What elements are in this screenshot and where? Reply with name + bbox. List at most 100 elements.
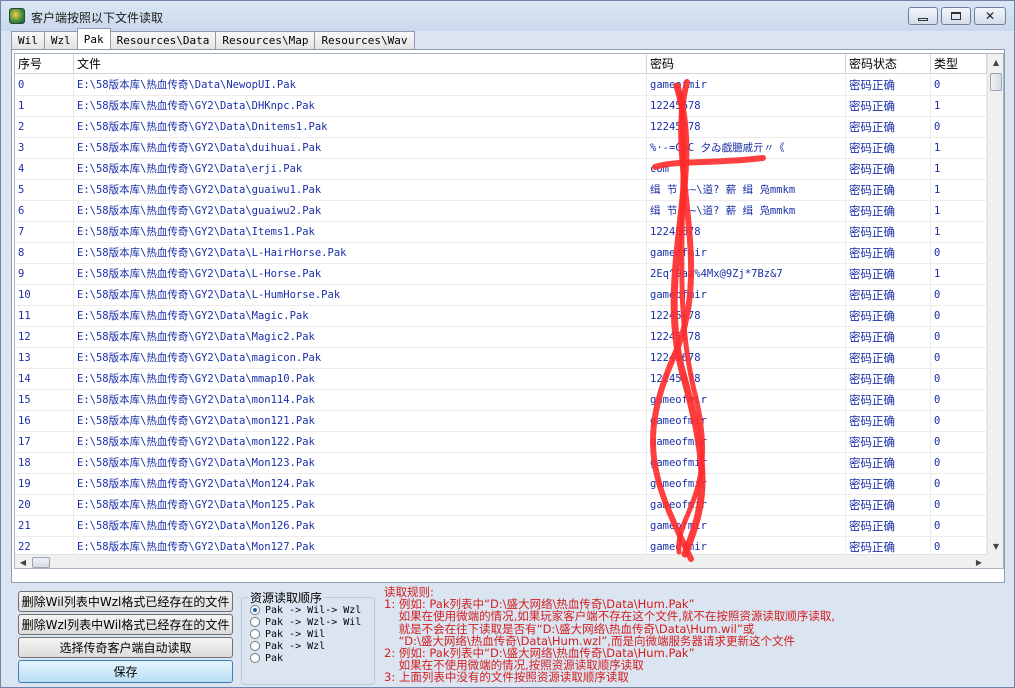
- close-button[interactable]: ✕: [974, 7, 1006, 25]
- table-row[interactable]: 14 E:\58版本库\热血传奇\GY2\Data\mmap10.Pak 12245…: [15, 369, 987, 390]
- cell-type: 0: [931, 243, 987, 263]
- cell-type: 1: [931, 201, 987, 221]
- radio-unchecked-icon[interactable]: [250, 629, 260, 639]
- cell-type: 1: [931, 222, 987, 242]
- cell-status: 密码正确: [846, 201, 931, 221]
- scroll-down-icon[interactable]: ▼: [988, 538, 1003, 554]
- table-row[interactable]: 21 E:\58版本库\热血传奇\GY2\Data\Mon126.Pak gameo…: [15, 516, 987, 537]
- cell-index: 1: [15, 96, 74, 116]
- cell-type: 0: [931, 474, 987, 494]
- save-button[interactable]: 保存: [18, 660, 233, 683]
- table-row[interactable]: 18 E:\58版本库\热血传奇\GY2\Data\Mon123.Pak gameo…: [15, 453, 987, 474]
- table-row[interactable]: 7 E:\58版本库\热血传奇\GY2\Data\Items1.Pak 122456…: [15, 222, 987, 243]
- cell-password: gameofmir: [647, 243, 846, 263]
- read-order-option[interactable]: Pak -> Wil-> Wzl: [250, 604, 361, 616]
- cell-password: gameofmir: [647, 411, 846, 431]
- cell-index: 0: [15, 75, 74, 95]
- cell-password: gameofmir: [647, 285, 846, 305]
- cell-file: E:\58版本库\热血传奇\GY2\Data\mmap10.Pak: [74, 369, 647, 389]
- cell-file: E:\58版本库\热血传奇\GY2\Data\Dnitems1.Pak: [74, 117, 647, 137]
- read-order-option-label: Pak -> Wzl: [265, 640, 326, 652]
- table-row[interactable]: 9 E:\58版本库\热血传奇\GY2\Data\L-Horse.Pak 2Eq^9…: [15, 264, 987, 285]
- cell-type: 0: [931, 432, 987, 452]
- cell-index: 15: [15, 390, 74, 410]
- cell-file: E:\58版本库\热血传奇\GY2\Data\magicon.Pak: [74, 348, 647, 368]
- scroll-up-icon[interactable]: ▲: [988, 54, 1003, 70]
- cell-file: E:\58版本库\热血传奇\GY2\Data\guaiwu1.Pak: [74, 180, 647, 200]
- column-header-type[interactable]: 类型: [931, 54, 987, 73]
- file-list[interactable]: 序号 文件 密码 密码状态 类型 0 E:\58版本库\热血传奇\Data\NewopUI…: [14, 53, 1004, 569]
- cell-password: gameofmir: [647, 75, 846, 95]
- cell-status: 密码正确: [846, 348, 931, 368]
- table-row[interactable]: 2 E:\58版本库\热血传奇\GY2\Data\Dnitems1.Pak 1224…: [15, 117, 987, 138]
- cell-index: 5: [15, 180, 74, 200]
- cell-file: E:\58版本库\热血传奇\GY2\Data\Mon126.Pak: [74, 516, 647, 536]
- cell-file: E:\58版本库\热血传奇\GY2\Data\Mon125.Pak: [74, 495, 647, 515]
- table-row[interactable]: 17 E:\58版本库\热血传奇\GY2\Data\mon122.Pak gameo…: [15, 432, 987, 453]
- table-row[interactable]: 13 E:\58版本库\热血传奇\GY2\Data\magicon.Pak 1224…: [15, 348, 987, 369]
- table-row[interactable]: 4 E:\58版本库\热血传奇\GY2\Data\erji.Pak com 密码正确 1: [15, 159, 987, 180]
- cell-password: 缉 节 ~~\道? 薪 缉 凫mmkm: [647, 201, 846, 221]
- radio-unchecked-icon[interactable]: [250, 641, 260, 651]
- table-row[interactable]: 3 E:\58版本库\热血传奇\GY2\Data\duihuai.Pak %·-=C…: [15, 138, 987, 159]
- cell-file: E:\58版本库\热血传奇\GY2\Data\L-HumHorse.Pak: [74, 285, 647, 305]
- cell-index: 2: [15, 117, 74, 137]
- delete-wzl-duplicates-button[interactable]: 删除Wzl列表中Wil格式已经存在的文件: [18, 614, 233, 635]
- read-order-option[interactable]: Pak -> Wzl-> Wil: [250, 616, 361, 628]
- read-order-option[interactable]: Pak -> Wil: [250, 628, 325, 640]
- scroll-right-icon[interactable]: ▶: [971, 555, 987, 568]
- table-row[interactable]: 11 E:\58版本库\热血传奇\GY2\Data\Magic.Pak 122456…: [15, 306, 987, 327]
- maximize-button[interactable]: [941, 7, 971, 25]
- table-row[interactable]: 20 E:\58版本库\热血传奇\GY2\Data\Mon125.Pak gameo…: [15, 495, 987, 516]
- tab-resources-data[interactable]: Resources\Data: [109, 31, 217, 49]
- table-row[interactable]: 8 E:\58版本库\热血传奇\GY2\Data\L-HairHorse.Pak g…: [15, 243, 987, 264]
- cell-file: E:\58版本库\热血传奇\GY2\Data\Magic.Pak: [74, 306, 647, 326]
- title-bar[interactable]: 客户端按照以下文件读取 ✕: [1, 1, 1014, 31]
- cell-type: 0: [931, 495, 987, 515]
- column-header-index[interactable]: 序号: [15, 54, 74, 73]
- cell-file: E:\58版本库\热血传奇\GY2\Data\mon121.Pak: [74, 411, 647, 431]
- tab-resources-wav[interactable]: Resources\Wav: [314, 31, 415, 49]
- table-row[interactable]: 19 E:\58版本库\热血传奇\GY2\Data\Mon124.Pak gameo…: [15, 474, 987, 495]
- tab-resources-map[interactable]: Resources\Map: [215, 31, 316, 49]
- read-order-option[interactable]: Pak -> Wzl: [250, 640, 325, 652]
- delete-wil-duplicates-button[interactable]: 删除Wil列表中Wzl格式已经存在的文件: [18, 591, 233, 612]
- column-header-password[interactable]: 密码: [647, 54, 846, 73]
- table-row[interactable]: 16 E:\58版本库\热血传奇\GY2\Data\mon121.Pak gameo…: [15, 411, 987, 432]
- cell-file: E:\58版本库\热血传奇\GY2\Data\L-HairHorse.Pak: [74, 243, 647, 263]
- cell-type: 1: [931, 180, 987, 200]
- table-row[interactable]: 15 E:\58版本库\热血传奇\GY2\Data\mon114.Pak gameo…: [15, 390, 987, 411]
- cell-index: 18: [15, 453, 74, 473]
- scroll-left-icon[interactable]: ◀: [15, 555, 31, 568]
- radio-unchecked-icon[interactable]: [250, 617, 260, 627]
- cell-type: 0: [931, 369, 987, 389]
- cell-password: %·-=CЪC 夕ゐ戯臆戚亓〃《: [647, 138, 846, 158]
- minimize-button[interactable]: [908, 7, 938, 25]
- table-row[interactable]: 10 E:\58版本库\热血传奇\GY2\Data\L-HumHorse.Pak g…: [15, 285, 987, 306]
- tab-wil[interactable]: Wil: [11, 31, 45, 49]
- tab-wzl[interactable]: Wzl: [43, 31, 78, 49]
- vertical-scrollbar[interactable]: ▲ ▼: [987, 54, 1003, 554]
- read-order-option-label: Pak -> Wil: [265, 628, 326, 640]
- horizontal-scrollbar[interactable]: ◀ ▶: [15, 554, 987, 568]
- horizontal-scroll-thumb[interactable]: [32, 557, 50, 568]
- window-title: 客户端按照以下文件读取: [31, 11, 164, 25]
- cell-file: E:\58版本库\热血传奇\GY2\Data\mon122.Pak: [74, 432, 647, 452]
- table-row[interactable]: 5 E:\58版本库\热血传奇\GY2\Data\guaiwu1.Pak 缉 节 ~…: [15, 180, 987, 201]
- radio-unchecked-icon[interactable]: [250, 653, 260, 663]
- table-row[interactable]: 12 E:\58版本库\热血传奇\GY2\Data\Magic2.Pak 12245…: [15, 327, 987, 348]
- cell-index: 10: [15, 285, 74, 305]
- table-row[interactable]: 6 E:\58版本库\热血传奇\GY2\Data\guaiwu2.Pak 缉 节 ~…: [15, 201, 987, 222]
- column-header-status[interactable]: 密码状态: [846, 54, 931, 73]
- read-order-option[interactable]: Pak: [250, 652, 283, 664]
- cell-password: 2Eq^9aa%4Mx@9Zj*7Bz&7: [647, 264, 846, 284]
- table-row[interactable]: 0 E:\58版本库\热血传奇\Data\NewopUI.Pak gameofmir…: [15, 75, 987, 96]
- auto-read-client-button[interactable]: 选择传奇客户端自动读取: [18, 637, 233, 658]
- vertical-scroll-thumb[interactable]: [990, 73, 1002, 91]
- tab-bar: Wil Wzl Pak Resources\Data Resources\Map Reso…: [11, 28, 415, 49]
- cell-status: 密码正确: [846, 96, 931, 116]
- tab-pak[interactable]: Pak: [76, 28, 111, 49]
- radio-checked-icon[interactable]: [250, 605, 260, 615]
- column-header-file[interactable]: 文件: [74, 54, 647, 73]
- table-row[interactable]: 1 E:\58版本库\热血传奇\GY2\Data\DHKnpc.Pak 122456…: [15, 96, 987, 117]
